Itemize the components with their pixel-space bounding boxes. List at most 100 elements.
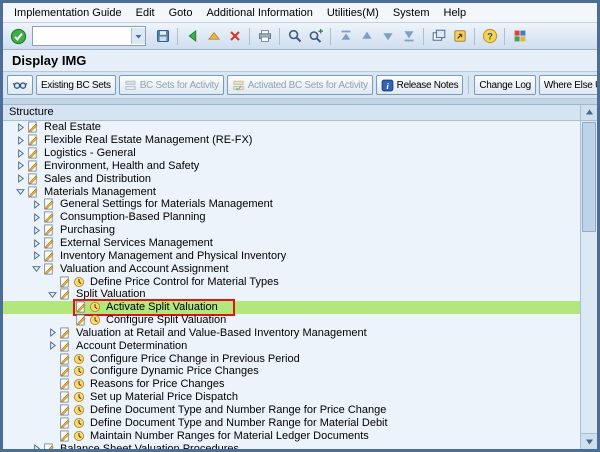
existing-bc-sets-button[interactable]: Existing BC Sets bbox=[36, 75, 116, 95]
command-field-dropdown[interactable] bbox=[131, 28, 145, 44]
scrollbar-thumb[interactable] bbox=[582, 122, 596, 232]
tree-row[interactable]: Valuation at Retail and Value-Based Inve… bbox=[3, 327, 581, 340]
tree-row[interactable]: Environment, Health and Safety bbox=[3, 160, 581, 173]
tree-item-label[interactable]: Split Valuation bbox=[73, 288, 146, 300]
exit-button[interactable] bbox=[203, 26, 224, 47]
tree-item-label[interactable]: Configure Dynamic Price Changes bbox=[87, 365, 259, 377]
tree-row[interactable]: Flexible Real Estate Management (RE-FX) bbox=[3, 134, 581, 147]
tree-item-label[interactable]: Purchasing bbox=[57, 224, 115, 236]
expander-collapsed-icon[interactable] bbox=[13, 148, 27, 159]
find-next-button[interactable] bbox=[305, 26, 326, 47]
tree-item-label[interactable]: Configure Split Valuation bbox=[103, 314, 226, 326]
tree-row[interactable]: Account Determination bbox=[3, 339, 581, 352]
tree-item-label[interactable]: Materials Management bbox=[41, 186, 156, 198]
tree-row[interactable]: Define Document Type and Number Range fo… bbox=[3, 404, 581, 417]
tree-row[interactable]: Configure Price Change in Previous Perio… bbox=[3, 352, 581, 365]
tree-item-label[interactable]: Define Price Control for Material Types bbox=[87, 276, 279, 288]
tree-row[interactable]: Sales and Distribution bbox=[3, 172, 581, 185]
img-activity-icon[interactable] bbox=[73, 276, 85, 288]
tree-item-label[interactable]: External Services Management bbox=[57, 237, 213, 249]
scroll-down-button[interactable] bbox=[581, 433, 597, 449]
cancel-button[interactable] bbox=[224, 26, 245, 47]
release-notes-button[interactable]: i Release Notes bbox=[375, 75, 464, 95]
tree-item-label[interactable]: Activate Split Valuation bbox=[103, 301, 218, 313]
where-else-used-button[interactable]: Where Else Used bbox=[538, 75, 597, 95]
tree-row[interactable]: Configure Dynamic Price Changes bbox=[3, 365, 581, 378]
tree-item-label[interactable]: Environment, Health and Safety bbox=[41, 160, 199, 172]
change-log-button[interactable]: Change Log bbox=[474, 75, 536, 95]
tree-row[interactable]: Configure Split Valuation bbox=[3, 314, 581, 327]
img-activity-icon[interactable] bbox=[89, 301, 101, 313]
expander-collapsed-icon[interactable] bbox=[29, 199, 43, 210]
expander-collapsed-icon[interactable] bbox=[13, 122, 27, 133]
tree-item-label[interactable]: Set up Material Price Dispatch bbox=[87, 391, 238, 403]
save-button[interactable] bbox=[152, 26, 173, 47]
tree-item-label[interactable]: Sales and Distribution bbox=[41, 173, 151, 185]
tree-item-label[interactable]: General Settings for Materials Managemen… bbox=[57, 198, 273, 210]
display-change-toggle-button[interactable] bbox=[7, 75, 33, 95]
expander-collapsed-icon[interactable] bbox=[29, 225, 43, 236]
tree-row[interactable]: Reasons for Price Changes bbox=[3, 378, 581, 391]
menu-item-implementation-guide[interactable]: Implementation Guide bbox=[7, 5, 129, 21]
menu-item-help[interactable]: Help bbox=[437, 5, 474, 21]
command-field[interactable] bbox=[33, 29, 131, 43]
expander-collapsed-icon[interactable] bbox=[45, 340, 59, 351]
vertical-scrollbar[interactable] bbox=[580, 105, 597, 449]
tree-row[interactable]: Define Document Type and Number Range fo… bbox=[3, 416, 581, 429]
tree-item-label[interactable]: Account Determination bbox=[73, 340, 187, 352]
img-activity-icon[interactable] bbox=[73, 391, 85, 403]
page-up-button[interactable] bbox=[356, 26, 377, 47]
tree-item-label[interactable]: Balance Sheet Valuation Procedures bbox=[57, 443, 239, 449]
img-activity-icon[interactable] bbox=[73, 404, 85, 416]
tree-item-label[interactable]: Real Estate bbox=[41, 121, 101, 133]
tree-row[interactable]: General Settings for Materials Managemen… bbox=[3, 198, 581, 211]
tree-item-label[interactable]: Flexible Real Estate Management (RE-FX) bbox=[41, 134, 252, 146]
expander-collapsed-icon[interactable] bbox=[29, 238, 43, 249]
img-activity-icon[interactable] bbox=[73, 353, 85, 365]
last-page-button[interactable] bbox=[398, 26, 419, 47]
page-down-button[interactable] bbox=[377, 26, 398, 47]
tree-row[interactable]: Materials Management bbox=[3, 185, 581, 198]
img-activity-icon[interactable] bbox=[73, 417, 85, 429]
expander-collapsed-icon[interactable] bbox=[29, 443, 43, 449]
img-activity-icon[interactable] bbox=[73, 365, 85, 377]
tree-item-label[interactable]: Reasons for Price Changes bbox=[87, 378, 225, 390]
first-page-button[interactable] bbox=[335, 26, 356, 47]
expander-collapsed-icon[interactable] bbox=[45, 327, 59, 338]
print-button[interactable] bbox=[254, 26, 275, 47]
tree-row[interactable]: Define Price Control for Material Types bbox=[3, 275, 581, 288]
tree-item-label[interactable]: Maintain Number Ranges for Material Ledg… bbox=[87, 430, 369, 442]
tree-row[interactable]: Inventory Management and Physical Invent… bbox=[3, 249, 581, 262]
img-activity-icon[interactable] bbox=[89, 314, 101, 326]
create-shortcut-button[interactable] bbox=[449, 26, 470, 47]
tree-item-label[interactable]: Valuation at Retail and Value-Based Inve… bbox=[73, 327, 367, 339]
img-activity-icon[interactable] bbox=[73, 378, 85, 390]
tree-row[interactable]: External Services Management bbox=[3, 237, 581, 250]
help-button[interactable]: ? bbox=[479, 26, 500, 47]
expander-expanded-icon[interactable] bbox=[29, 263, 43, 274]
tree-row[interactable]: Set up Material Price Dispatch bbox=[3, 391, 581, 404]
new-session-button[interactable] bbox=[428, 26, 449, 47]
find-button[interactable] bbox=[284, 26, 305, 47]
tree-item-label[interactable]: Inventory Management and Physical Invent… bbox=[57, 250, 286, 262]
expander-collapsed-icon[interactable] bbox=[29, 212, 43, 223]
expander-collapsed-icon[interactable] bbox=[13, 135, 27, 146]
img-activity-icon[interactable] bbox=[73, 430, 85, 442]
tree-row[interactable]: Valuation and Account Assignment bbox=[3, 262, 581, 275]
expander-expanded-icon[interactable] bbox=[45, 289, 59, 300]
expander-collapsed-icon[interactable] bbox=[13, 173, 27, 184]
tree-item-label[interactable]: Define Document Type and Number Range fo… bbox=[87, 417, 388, 429]
tree-row[interactable]: Split Valuation bbox=[3, 288, 581, 301]
customize-layout-button[interactable] bbox=[509, 26, 530, 47]
expander-expanded-icon[interactable] bbox=[13, 186, 27, 197]
tree-row[interactable]: Logistics - General bbox=[3, 147, 581, 160]
tree-item-label[interactable]: Define Document Type and Number Range fo… bbox=[87, 404, 386, 416]
tree-row[interactable]: Maintain Number Ranges for Material Ledg… bbox=[3, 429, 581, 442]
tree-row[interactable]: Consumption-Based Planning bbox=[3, 211, 581, 224]
tree-item-label[interactable]: Logistics - General bbox=[41, 147, 136, 159]
menu-item-goto[interactable]: Goto bbox=[162, 5, 200, 21]
menu-item-utilities-m[interactable]: Utilities(M) bbox=[320, 5, 386, 21]
menu-item-system[interactable]: System bbox=[386, 5, 437, 21]
tree-item-label[interactable]: Consumption-Based Planning bbox=[57, 211, 206, 223]
menu-item-additional-information[interactable]: Additional Information bbox=[199, 5, 319, 21]
